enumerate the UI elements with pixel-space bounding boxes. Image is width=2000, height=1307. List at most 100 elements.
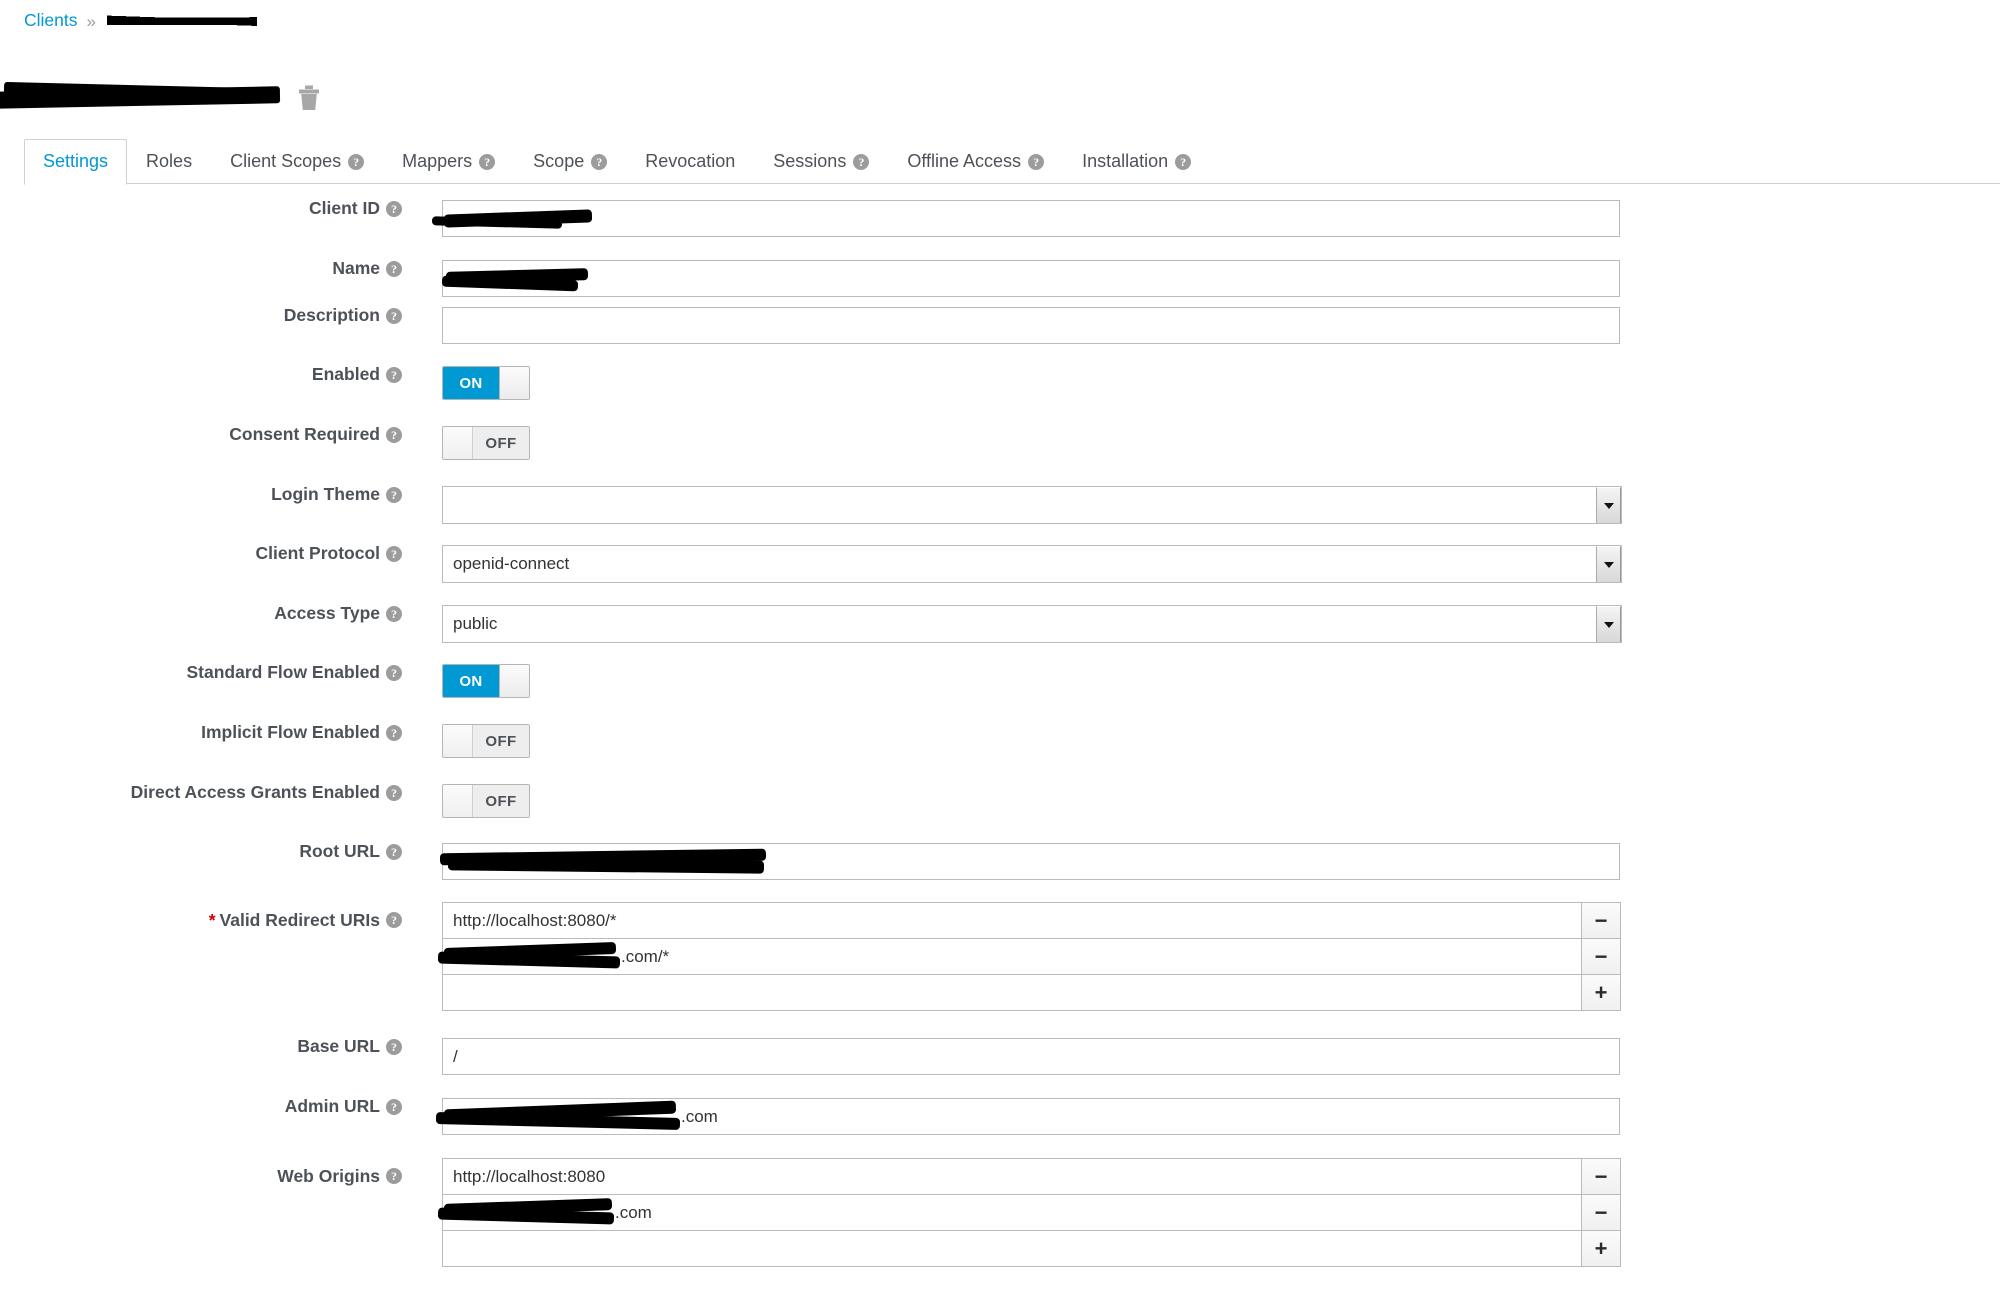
form-row-description: Description ? (0, 306, 2000, 366)
chevron-down-icon[interactable] (1596, 546, 1621, 582)
remove-web-origin-button[interactable]: − (1581, 1194, 1621, 1231)
tab-client-scopes[interactable]: Client Scopes ? (211, 139, 383, 185)
standard-flow-enabled-toggle[interactable]: ON (442, 664, 530, 698)
help-icon[interactable]: ? (386, 784, 402, 801)
redirect-uri-row: − (442, 902, 1622, 939)
label-root-url: Root URL ? (0, 842, 416, 861)
help-icon[interactable]: ? (853, 153, 870, 170)
label-direct-access-grants-enabled: Direct Access Grants Enabled ? (0, 782, 416, 802)
help-icon[interactable]: ? (386, 664, 402, 681)
tab-roles[interactable]: Roles (127, 139, 211, 185)
form-row-implicit-flow-enabled: Implicit Flow Enabled ? OFF (0, 723, 2000, 784)
help-icon[interactable]: ? (348, 153, 365, 170)
direct-access-grants-enabled-toggle[interactable]: OFF (442, 784, 530, 818)
base-url-input[interactable] (442, 1038, 1620, 1075)
label-text: Direct Access Grants Enabled (130, 782, 380, 802)
name-input[interactable] (442, 260, 1620, 297)
admin-url-input[interactable] (442, 1098, 1620, 1135)
root-url-input[interactable] (442, 843, 1620, 880)
help-icon[interactable]: ? (386, 260, 402, 277)
tab-settings[interactable]: Settings (24, 139, 128, 185)
chevron-down-icon[interactable] (1596, 487, 1621, 523)
form-row-client-protocol: Client Protocol ? openid-connect (0, 544, 2000, 605)
help-icon[interactable]: ? (386, 366, 402, 383)
field-consent-required: OFF (416, 426, 2000, 460)
help-icon[interactable]: ? (386, 426, 402, 443)
label-web-origins: Web Origins ? (0, 1158, 416, 1186)
help-icon[interactable]: ? (386, 307, 402, 324)
redirect-uri-input-2[interactable] (442, 938, 1582, 975)
label-text: Admin URL (284, 1096, 380, 1116)
description-input[interactable] (442, 307, 1620, 344)
tab-sessions[interactable]: Sessions ? (754, 139, 888, 185)
web-origin-input-3[interactable] (442, 1230, 1582, 1267)
help-icon[interactable]: ? (386, 1098, 402, 1115)
help-icon[interactable]: ? (386, 486, 402, 503)
help-icon[interactable]: ? (386, 843, 402, 860)
label-consent-required: Consent Required ? (0, 424, 416, 444)
add-web-origin-button[interactable]: + (1581, 1230, 1621, 1267)
implicit-flow-enabled-toggle[interactable]: OFF (442, 724, 530, 758)
breadcrumb-clients-link[interactable]: Clients (24, 12, 78, 30)
help-icon[interactable]: ? (386, 200, 402, 217)
tab-bar: Settings Roles Client Scopes ? Mappers ?… (24, 134, 2000, 185)
field-access-type: public (416, 605, 2000, 643)
label-text: Consent Required (229, 424, 380, 444)
help-icon[interactable]: ? (1028, 153, 1045, 170)
breadcrumb-current-redacted (106, 12, 257, 30)
chevron-down-icon[interactable] (1596, 606, 1621, 642)
tab-scope[interactable]: Scope ? (514, 139, 626, 185)
tab-mappers[interactable]: Mappers ? (383, 139, 514, 185)
consent-required-toggle[interactable]: OFF (442, 426, 530, 460)
redirect-uri-input-1[interactable] (442, 902, 1582, 939)
remove-web-origin-button[interactable]: − (1581, 1158, 1621, 1195)
help-icon[interactable]: ? (1175, 153, 1192, 170)
client-settings-form: Client ID ? Name ? Description ? Enabled… (0, 199, 2000, 1288)
help-icon[interactable]: ? (386, 1168, 402, 1184)
help-icon[interactable]: ? (386, 912, 402, 928)
help-icon[interactable]: ? (479, 153, 496, 170)
help-icon[interactable]: ? (386, 1038, 402, 1055)
label-implicit-flow-enabled: Implicit Flow Enabled ? (0, 723, 416, 742)
remove-redirect-uri-button[interactable]: − (1581, 938, 1621, 975)
help-icon[interactable]: ? (386, 605, 402, 622)
client-id-input[interactable] (442, 200, 1620, 237)
help-icon[interactable]: ? (386, 545, 402, 562)
trash-icon[interactable] (298, 85, 320, 111)
redirect-uri-input-3[interactable] (442, 974, 1582, 1011)
page-header (0, 78, 320, 118)
tab-scope-label: Scope (533, 151, 585, 171)
form-row-login-theme: Login Theme ? (0, 485, 2000, 545)
add-redirect-uri-button[interactable]: + (1581, 974, 1621, 1011)
login-theme-select[interactable] (442, 486, 1622, 524)
client-protocol-select[interactable]: openid-connect (442, 545, 1622, 583)
tab-installation[interactable]: Installation ? (1063, 139, 1210, 185)
label-enabled: Enabled ? (0, 365, 416, 384)
label-base-url: Base URL ? (0, 1037, 416, 1056)
enabled-toggle[interactable]: ON (442, 366, 530, 400)
access-type-select[interactable]: public (442, 605, 1622, 643)
tab-settings-label: Settings (43, 151, 109, 171)
tab-offline-access[interactable]: Offline Access ? (888, 139, 1063, 185)
tab-client-scopes-label: Client Scopes (230, 151, 342, 171)
web-origin-row: − (442, 1158, 1622, 1195)
form-row-name: Name ? (0, 258, 2000, 307)
form-row-base-url: Base URL ? (0, 1037, 2000, 1098)
web-origin-input-1[interactable] (442, 1158, 1582, 1195)
form-row-valid-redirect-uris: * Valid Redirect URIs ? − − + (0, 902, 2000, 1038)
label-client-protocol: Client Protocol ? (0, 544, 416, 563)
label-description: Description ? (0, 306, 416, 325)
field-client-protocol: openid-connect (416, 545, 2000, 583)
tab-offline-access-label: Offline Access (907, 151, 1022, 171)
web-origin-input-2[interactable] (442, 1194, 1582, 1231)
label-login-theme: Login Theme ? (0, 485, 416, 504)
help-icon[interactable]: ? (386, 724, 402, 741)
field-base-url (416, 1038, 2000, 1075)
tab-revocation[interactable]: Revocation (626, 139, 754, 185)
help-icon[interactable]: ? (591, 153, 608, 170)
label-text: Name (332, 258, 380, 278)
remove-redirect-uri-button[interactable]: − (1581, 902, 1621, 939)
form-row-access-type: Access Type ? public (0, 604, 2000, 664)
web-origin-row: − (437, 1194, 1622, 1231)
tab-installation-label: Installation (1082, 151, 1169, 171)
